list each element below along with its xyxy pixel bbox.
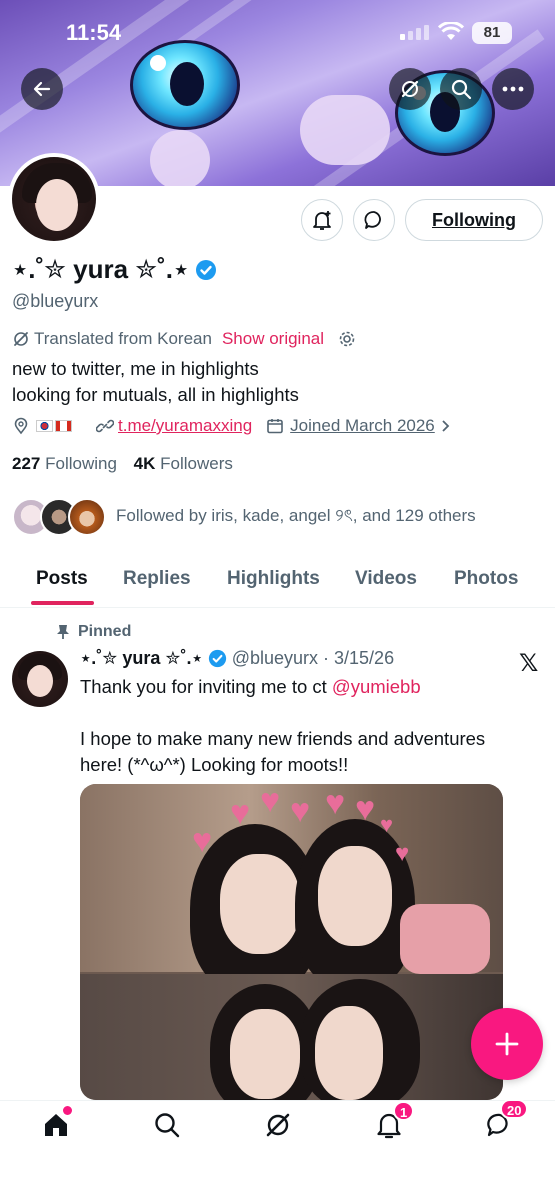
- post-header: ⋆.˚✮ yura ✮˚.⋆ @blueyurx · 3/15/26: [80, 648, 394, 669]
- followed-by-text: Followed by iris, kade, angel ୨ৎ, and 12…: [116, 506, 476, 525]
- profile-bio: new to twitter, me in highlights looking…: [12, 356, 299, 408]
- status-bar: 11:54 81: [0, 0, 555, 60]
- message-button[interactable]: [353, 199, 395, 241]
- bio-line: looking for mutuals, all in highlights: [12, 384, 299, 405]
- post-author-avatar[interactable]: [12, 651, 68, 707]
- grok-button[interactable]: [389, 68, 431, 110]
- notification-subscribe-button[interactable]: [301, 199, 343, 241]
- back-button[interactable]: [21, 68, 63, 110]
- translated-label: Translated from Korean: [34, 329, 212, 348]
- following-count-link[interactable]: 227 Following: [12, 454, 117, 473]
- x-logo-icon: 𝕏: [519, 650, 539, 677]
- pinned-label: Pinned: [78, 623, 132, 640]
- post-author-name[interactable]: ⋆.˚✮ yura ✮˚.⋆: [80, 648, 203, 669]
- active-tab-indicator: [31, 601, 94, 605]
- compose-post-button[interactable]: [471, 1008, 543, 1080]
- profile-avatar[interactable]: [8, 153, 100, 245]
- tab-highlights[interactable]: Highlights: [227, 568, 320, 590]
- display-name: ⋆.˚✮ yura ✮˚.⋆: [12, 254, 190, 284]
- nav-search[interactable]: [145, 1105, 189, 1145]
- search-button[interactable]: [440, 68, 482, 110]
- cellular-signal-icon: [400, 25, 429, 40]
- following-count: 227: [12, 454, 41, 473]
- follow-counts: 227 Following 4K Followers: [12, 454, 233, 474]
- translation-row: Translated from Korean Show original: [12, 329, 356, 349]
- following-label: Following: [45, 454, 117, 473]
- verified-badge-icon: [208, 649, 226, 668]
- location-flags: [36, 420, 74, 432]
- followers-label: Followers: [160, 454, 233, 473]
- tab-photos[interactable]: Photos: [454, 568, 518, 590]
- bell-plus-icon: [313, 211, 331, 230]
- grok-icon: [266, 1113, 290, 1137]
- following-button[interactable]: Following: [405, 199, 543, 241]
- gear-icon[interactable]: [338, 330, 356, 348]
- nav-home[interactable]: [34, 1105, 78, 1145]
- arrow-left-icon: [33, 81, 51, 97]
- chevron-right-icon[interactable]: [441, 419, 451, 433]
- status-time: 11:54: [66, 20, 122, 45]
- joined-date[interactable]: Joined March 2026: [290, 416, 435, 436]
- tab-posts[interactable]: Posts: [36, 568, 88, 590]
- grok-icon: [401, 80, 419, 98]
- followed-by-row[interactable]: Followed by iris, kade, angel ୨ৎ, and 12…: [12, 498, 476, 536]
- home-icon: [45, 1114, 67, 1136]
- wifi-icon: [438, 22, 464, 40]
- nav-notifications[interactable]: 1: [367, 1101, 415, 1145]
- plus-icon: [495, 1032, 519, 1056]
- notifications-badge: 1: [393, 1101, 415, 1121]
- tab-videos[interactable]: Videos: [355, 568, 417, 590]
- chat-bubble-icon: [364, 211, 381, 229]
- home-unread-dot: [63, 1106, 72, 1115]
- messages-badge: 20: [500, 1099, 529, 1119]
- calendar-icon: [267, 419, 283, 434]
- search-icon: [155, 1113, 180, 1138]
- profile-link[interactable]: t.me/yuramaxxing: [118, 416, 252, 436]
- location-pin-icon: [14, 417, 28, 435]
- search-icon: [451, 79, 472, 100]
- tab-replies[interactable]: Replies: [123, 568, 191, 590]
- followers-count: 4K: [133, 454, 156, 473]
- link-icon: [96, 419, 114, 433]
- profile-name-row: ⋆.˚✮ yura ✮˚.⋆: [12, 254, 217, 285]
- nav-messages[interactable]: 20: [478, 1099, 529, 1145]
- profile-meta: t.me/yuramaxxing Joined March 2026: [12, 416, 451, 436]
- canada-flag-icon: [55, 420, 72, 432]
- followers-count-link[interactable]: 4K Followers: [134, 454, 233, 473]
- post-date[interactable]: · 3/15/26: [323, 648, 394, 669]
- post-text-line: Thank you for inviting me to ct: [80, 676, 332, 697]
- verified-badge-icon[interactable]: [195, 259, 217, 281]
- bio-line: new to twitter, me in highlights: [12, 358, 259, 379]
- post-author-handle[interactable]: @blueyurx: [232, 648, 318, 669]
- more-button[interactable]: [492, 68, 534, 110]
- pinned-label-row: Pinned: [56, 623, 131, 641]
- profile-handle: @blueyurx: [12, 291, 99, 311]
- grok-translate-icon: [14, 332, 28, 346]
- post-media-image[interactable]: ♥ ♥ ♥ ♥ ♥ ♥ ♥ ♥: [80, 784, 503, 1100]
- nav-grok[interactable]: [256, 1105, 300, 1145]
- post-text-line: I hope to make many new friends and adve…: [80, 728, 486, 775]
- pin-icon: [57, 625, 69, 639]
- more-dots-icon: [502, 86, 524, 92]
- battery-indicator: 81: [472, 22, 512, 44]
- south-korea-flag-icon: [36, 420, 53, 432]
- post-text: Thank you for inviting me to ct @yumiebb…: [80, 674, 520, 778]
- show-original-link[interactable]: Show original: [222, 329, 324, 349]
- avatar: [68, 498, 106, 536]
- post-mention-link[interactable]: @yumiebb: [332, 676, 421, 697]
